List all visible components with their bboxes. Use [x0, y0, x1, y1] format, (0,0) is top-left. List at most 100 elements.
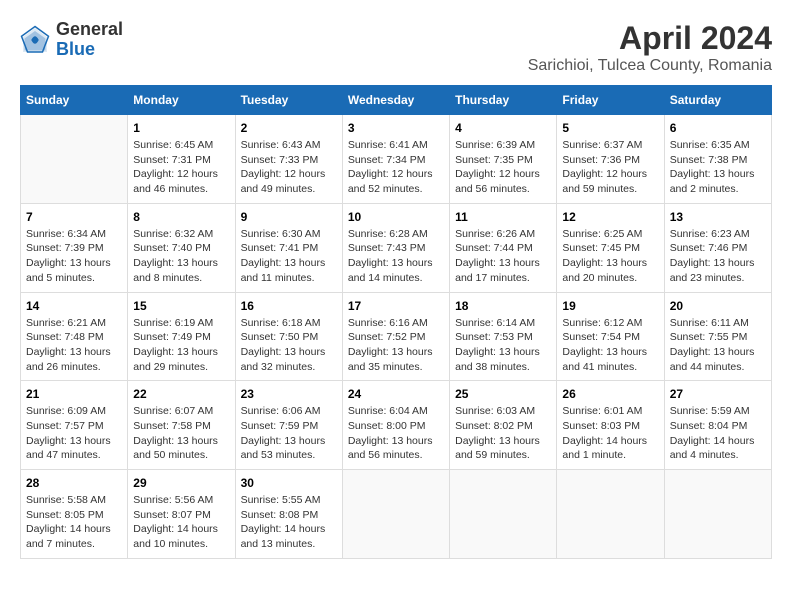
logo-text: General Blue [56, 20, 123, 60]
calendar-cell: 13Sunrise: 6:23 AM Sunset: 7:46 PM Dayli… [664, 203, 771, 292]
day-info: Sunrise: 5:56 AM Sunset: 8:07 PM Dayligh… [133, 493, 229, 552]
calendar-week-4: 21 Sunrise: 6:09 AM Sunset: 7:57 PM Dayli… [21, 381, 772, 470]
day-number: 17 [348, 299, 444, 313]
day-number: 25 [455, 387, 551, 401]
day-number: 2 [241, 121, 337, 135]
calendar-cell: 20 Sunrise: 6:11 AM Sunset: 7:55 PM Dayli… [664, 292, 771, 381]
day-number: 11 [455, 210, 551, 224]
day-number: 20 [670, 299, 766, 313]
day-number: 21 [26, 387, 122, 401]
day-info: Sunrise: 6:45 AM Sunset: 7:31 PM Dayligh… [133, 138, 229, 197]
calendar-cell: 5Sunrise: 6:37 AM Sunset: 7:36 PM Daylig… [557, 115, 664, 204]
calendar-cell: 28 Sunrise: 5:58 AM Sunset: 8:05 PM Dayli… [21, 470, 128, 559]
day-info: Sunrise: 6:21 AM Sunset: 7:48 PM Dayligh… [26, 316, 122, 375]
calendar-cell: 23Sunrise: 6:06 AM Sunset: 7:59 PM Dayli… [235, 381, 342, 470]
day-number: 3 [348, 121, 444, 135]
day-info: Sunrise: 6:30 AM Sunset: 7:41 PM Dayligh… [241, 227, 337, 286]
day-number: 14 [26, 299, 122, 313]
day-info: Sunrise: 6:09 AM Sunset: 7:57 PM Dayligh… [26, 404, 122, 463]
calendar-cell: 6Sunrise: 6:35 AM Sunset: 7:38 PM Daylig… [664, 115, 771, 204]
column-header-friday: Friday [557, 86, 664, 115]
column-header-tuesday: Tuesday [235, 86, 342, 115]
day-number: 7 [26, 210, 122, 224]
calendar-cell: 8 Sunrise: 6:32 AM Sunset: 7:40 PM Daylig… [128, 203, 235, 292]
calendar-cell: 24Sunrise: 6:04 AM Sunset: 8:00 PM Dayli… [342, 381, 449, 470]
calendar-cell [21, 115, 128, 204]
day-info: Sunrise: 6:14 AM Sunset: 7:53 PM Dayligh… [455, 316, 551, 375]
day-info: Sunrise: 6:01 AM Sunset: 8:03 PM Dayligh… [562, 404, 658, 463]
day-info: Sunrise: 6:32 AM Sunset: 7:40 PM Dayligh… [133, 227, 229, 286]
title-block: April 2024 Sarichioi, Tulcea County, Rom… [528, 20, 772, 75]
calendar-cell: 1 Sunrise: 6:45 AM Sunset: 7:31 PM Daylig… [128, 115, 235, 204]
day-number: 27 [670, 387, 766, 401]
column-header-monday: Monday [128, 86, 235, 115]
calendar-week-5: 28 Sunrise: 5:58 AM Sunset: 8:05 PM Dayli… [21, 470, 772, 559]
day-info: Sunrise: 6:06 AM Sunset: 7:59 PM Dayligh… [241, 404, 337, 463]
day-number: 22 [133, 387, 229, 401]
calendar-cell: 11 Sunrise: 6:26 AM Sunset: 7:44 PM Dayli… [450, 203, 557, 292]
day-number: 18 [455, 299, 551, 313]
calendar-week-3: 14 Sunrise: 6:21 AM Sunset: 7:48 PM Dayli… [21, 292, 772, 381]
calendar-cell: 27 Sunrise: 5:59 AM Sunset: 8:04 PM Dayli… [664, 381, 771, 470]
day-number: 12 [562, 210, 658, 224]
calendar-cell: 19Sunrise: 6:12 AM Sunset: 7:54 PM Dayli… [557, 292, 664, 381]
calendar-cell: 15 Sunrise: 6:19 AM Sunset: 7:49 PM Dayli… [128, 292, 235, 381]
page-header: General Blue April 2024 Sarichioi, Tulce… [20, 20, 772, 75]
calendar-week-1: 1 Sunrise: 6:45 AM Sunset: 7:31 PM Daylig… [21, 115, 772, 204]
day-number: 30 [241, 476, 337, 490]
calendar-cell [664, 470, 771, 559]
calendar-cell [450, 470, 557, 559]
day-number: 4 [455, 121, 551, 135]
calendar-cell [342, 470, 449, 559]
day-info: Sunrise: 6:39 AM Sunset: 7:35 PM Dayligh… [455, 138, 551, 197]
calendar-cell [557, 470, 664, 559]
calendar-cell: 25 Sunrise: 6:03 AM Sunset: 8:02 PM Dayli… [450, 381, 557, 470]
day-number: 19 [562, 299, 658, 313]
day-number: 29 [133, 476, 229, 490]
calendar-cell: 29 Sunrise: 5:56 AM Sunset: 8:07 PM Dayli… [128, 470, 235, 559]
day-info: Sunrise: 5:59 AM Sunset: 8:04 PM Dayligh… [670, 404, 766, 463]
day-info: Sunrise: 5:58 AM Sunset: 8:05 PM Dayligh… [26, 493, 122, 552]
day-info: Sunrise: 6:35 AM Sunset: 7:38 PM Dayligh… [670, 138, 766, 197]
calendar-cell: 3 Sunrise: 6:41 AM Sunset: 7:34 PM Daylig… [342, 115, 449, 204]
calendar-cell: 14 Sunrise: 6:21 AM Sunset: 7:48 PM Dayli… [21, 292, 128, 381]
calendar-week-2: 7 Sunrise: 6:34 AM Sunset: 7:39 PM Daylig… [21, 203, 772, 292]
day-info: Sunrise: 6:41 AM Sunset: 7:34 PM Dayligh… [348, 138, 444, 197]
calendar-cell: 30 Sunrise: 5:55 AM Sunset: 8:08 PM Dayli… [235, 470, 342, 559]
calendar-table: SundayMondayTuesdayWednesdayThursdayFrid… [20, 85, 772, 559]
page-title: April 2024 [528, 20, 772, 57]
day-info: Sunrise: 6:19 AM Sunset: 7:49 PM Dayligh… [133, 316, 229, 375]
day-info: Sunrise: 6:26 AM Sunset: 7:44 PM Dayligh… [455, 227, 551, 286]
day-info: Sunrise: 6:11 AM Sunset: 7:55 PM Dayligh… [670, 316, 766, 375]
day-info: Sunrise: 6:34 AM Sunset: 7:39 PM Dayligh… [26, 227, 122, 286]
column-header-sunday: Sunday [21, 86, 128, 115]
day-info: Sunrise: 6:18 AM Sunset: 7:50 PM Dayligh… [241, 316, 337, 375]
day-info: Sunrise: 6:03 AM Sunset: 8:02 PM Dayligh… [455, 404, 551, 463]
day-info: Sunrise: 6:23 AM Sunset: 7:46 PM Dayligh… [670, 227, 766, 286]
calendar-cell: 21 Sunrise: 6:09 AM Sunset: 7:57 PM Dayli… [21, 381, 128, 470]
day-number: 16 [241, 299, 337, 313]
calendar-header-row: SundayMondayTuesdayWednesdayThursdayFrid… [21, 86, 772, 115]
day-number: 10 [348, 210, 444, 224]
day-info: Sunrise: 6:28 AM Sunset: 7:43 PM Dayligh… [348, 227, 444, 286]
day-number: 28 [26, 476, 122, 490]
day-number: 9 [241, 210, 337, 224]
calendar-cell: 18 Sunrise: 6:14 AM Sunset: 7:53 PM Dayli… [450, 292, 557, 381]
calendar-cell: 16 Sunrise: 6:18 AM Sunset: 7:50 PM Dayli… [235, 292, 342, 381]
day-info: Sunrise: 6:16 AM Sunset: 7:52 PM Dayligh… [348, 316, 444, 375]
day-number: 15 [133, 299, 229, 313]
day-info: Sunrise: 6:04 AM Sunset: 8:00 PM Dayligh… [348, 404, 444, 463]
calendar-cell: 10 Sunrise: 6:28 AM Sunset: 7:43 PM Dayli… [342, 203, 449, 292]
column-header-thursday: Thursday [450, 86, 557, 115]
day-number: 26 [562, 387, 658, 401]
calendar-cell: 17 Sunrise: 6:16 AM Sunset: 7:52 PM Dayli… [342, 292, 449, 381]
column-header-wednesday: Wednesday [342, 86, 449, 115]
day-info: Sunrise: 6:43 AM Sunset: 7:33 PM Dayligh… [241, 138, 337, 197]
day-number: 1 [133, 121, 229, 135]
calendar-cell: 12Sunrise: 6:25 AM Sunset: 7:45 PM Dayli… [557, 203, 664, 292]
day-info: Sunrise: 5:55 AM Sunset: 8:08 PM Dayligh… [241, 493, 337, 552]
day-number: 8 [133, 210, 229, 224]
logo-icon [20, 25, 50, 55]
calendar-cell: 26 Sunrise: 6:01 AM Sunset: 8:03 PM Dayli… [557, 381, 664, 470]
day-info: Sunrise: 6:37 AM Sunset: 7:36 PM Dayligh… [562, 138, 658, 197]
